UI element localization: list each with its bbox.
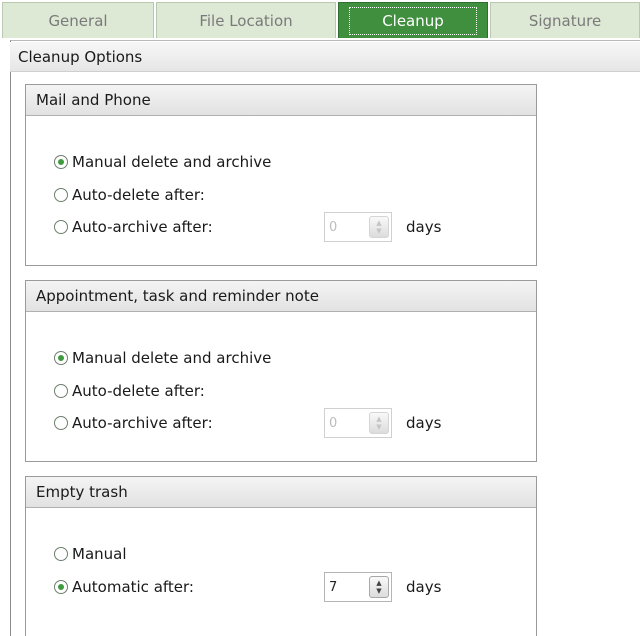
radio-icon[interactable] — [54, 351, 68, 365]
tab-file-location-label: File Location — [199, 11, 293, 30]
tab-general-label: General — [48, 11, 108, 30]
option-label: Automatic after: — [72, 578, 194, 596]
option-label: Auto-delete after: — [72, 382, 205, 400]
group-title: Empty trash — [26, 477, 536, 508]
spinner-down-arrow-icon[interactable]: ▼ — [376, 587, 381, 595]
radio-icon[interactable] — [54, 155, 68, 169]
tab-signature[interactable]: Signature — [490, 2, 640, 38]
option-label: Manual delete and archive — [72, 153, 272, 171]
option-manual[interactable]: Manual — [54, 543, 127, 565]
days-unit-label: days — [406, 578, 442, 596]
radio-icon[interactable] — [54, 220, 68, 234]
option-label: Auto-archive after: — [72, 414, 213, 432]
tab-bar: General File Location Cleanup Signature — [0, 0, 640, 40]
option-manual-delete-archive[interactable]: Manual delete and archive — [54, 151, 271, 173]
tab-cleanup[interactable]: Cleanup — [338, 2, 488, 38]
group-appointment-task-reminder: Appointment, task and reminder note Manu… — [25, 280, 537, 462]
group-mail-and-phone: Mail and Phone Manual delete and archive… — [25, 84, 537, 266]
option-label: Manual — [72, 545, 127, 563]
panel-title: Cleanup Options — [10, 42, 640, 72]
option-auto-archive[interactable]: Auto-archive after: — [54, 412, 213, 434]
spinner-down-arrow-icon[interactable]: ▼ — [376, 423, 381, 431]
days-stepper[interactable]: 7 ▲ ▼ — [324, 572, 392, 602]
days-unit-label: days — [406, 218, 442, 236]
radio-icon[interactable] — [54, 580, 68, 594]
group-title: Mail and Phone — [26, 85, 536, 116]
radio-icon[interactable] — [54, 384, 68, 398]
tab-file-location[interactable]: File Location — [156, 2, 336, 38]
days-unit-label: days — [406, 414, 442, 432]
radio-icon[interactable] — [54, 416, 68, 430]
option-label: Auto-delete after: — [72, 186, 205, 204]
stepper-value[interactable]: 0 — [325, 416, 369, 431]
spinner-up-arrow-icon[interactable]: ▲ — [376, 579, 381, 587]
stepper-value[interactable]: 7 — [325, 580, 369, 595]
option-auto-delete[interactable]: Auto-delete after: — [54, 184, 205, 206]
tab-cleanup-label: Cleanup — [349, 6, 477, 35]
option-automatic-after[interactable]: Automatic after: — [54, 576, 194, 598]
stepper-value[interactable]: 0 — [325, 220, 369, 235]
radio-icon[interactable] — [54, 188, 68, 202]
stepper-arrows[interactable]: ▲ ▼ — [369, 216, 389, 238]
option-label: Manual delete and archive — [72, 349, 272, 367]
days-stepper[interactable]: 0 ▲ ▼ — [324, 408, 392, 438]
spinner-up-arrow-icon[interactable]: ▲ — [376, 219, 381, 227]
option-auto-archive[interactable]: Auto-archive after: — [54, 216, 213, 238]
group-title: Appointment, task and reminder note — [26, 281, 536, 312]
stepper-arrows[interactable]: ▲ ▼ — [369, 576, 389, 598]
radio-icon[interactable] — [54, 547, 68, 561]
spinner-down-arrow-icon[interactable]: ▼ — [376, 227, 381, 235]
spinner-up-arrow-icon[interactable]: ▲ — [376, 415, 381, 423]
option-manual-delete-archive[interactable]: Manual delete and archive — [54, 347, 271, 369]
option-label: Auto-archive after: — [72, 218, 213, 236]
option-auto-delete[interactable]: Auto-delete after: — [54, 380, 205, 402]
stepper-arrows[interactable]: ▲ ▼ — [369, 412, 389, 434]
days-stepper[interactable]: 0 ▲ ▼ — [324, 212, 392, 242]
tab-signature-label: Signature — [528, 11, 602, 30]
tab-general[interactable]: General — [2, 2, 154, 38]
group-empty-trash: Empty trash Manual Automatic after: 7 ▲ … — [25, 476, 537, 636]
